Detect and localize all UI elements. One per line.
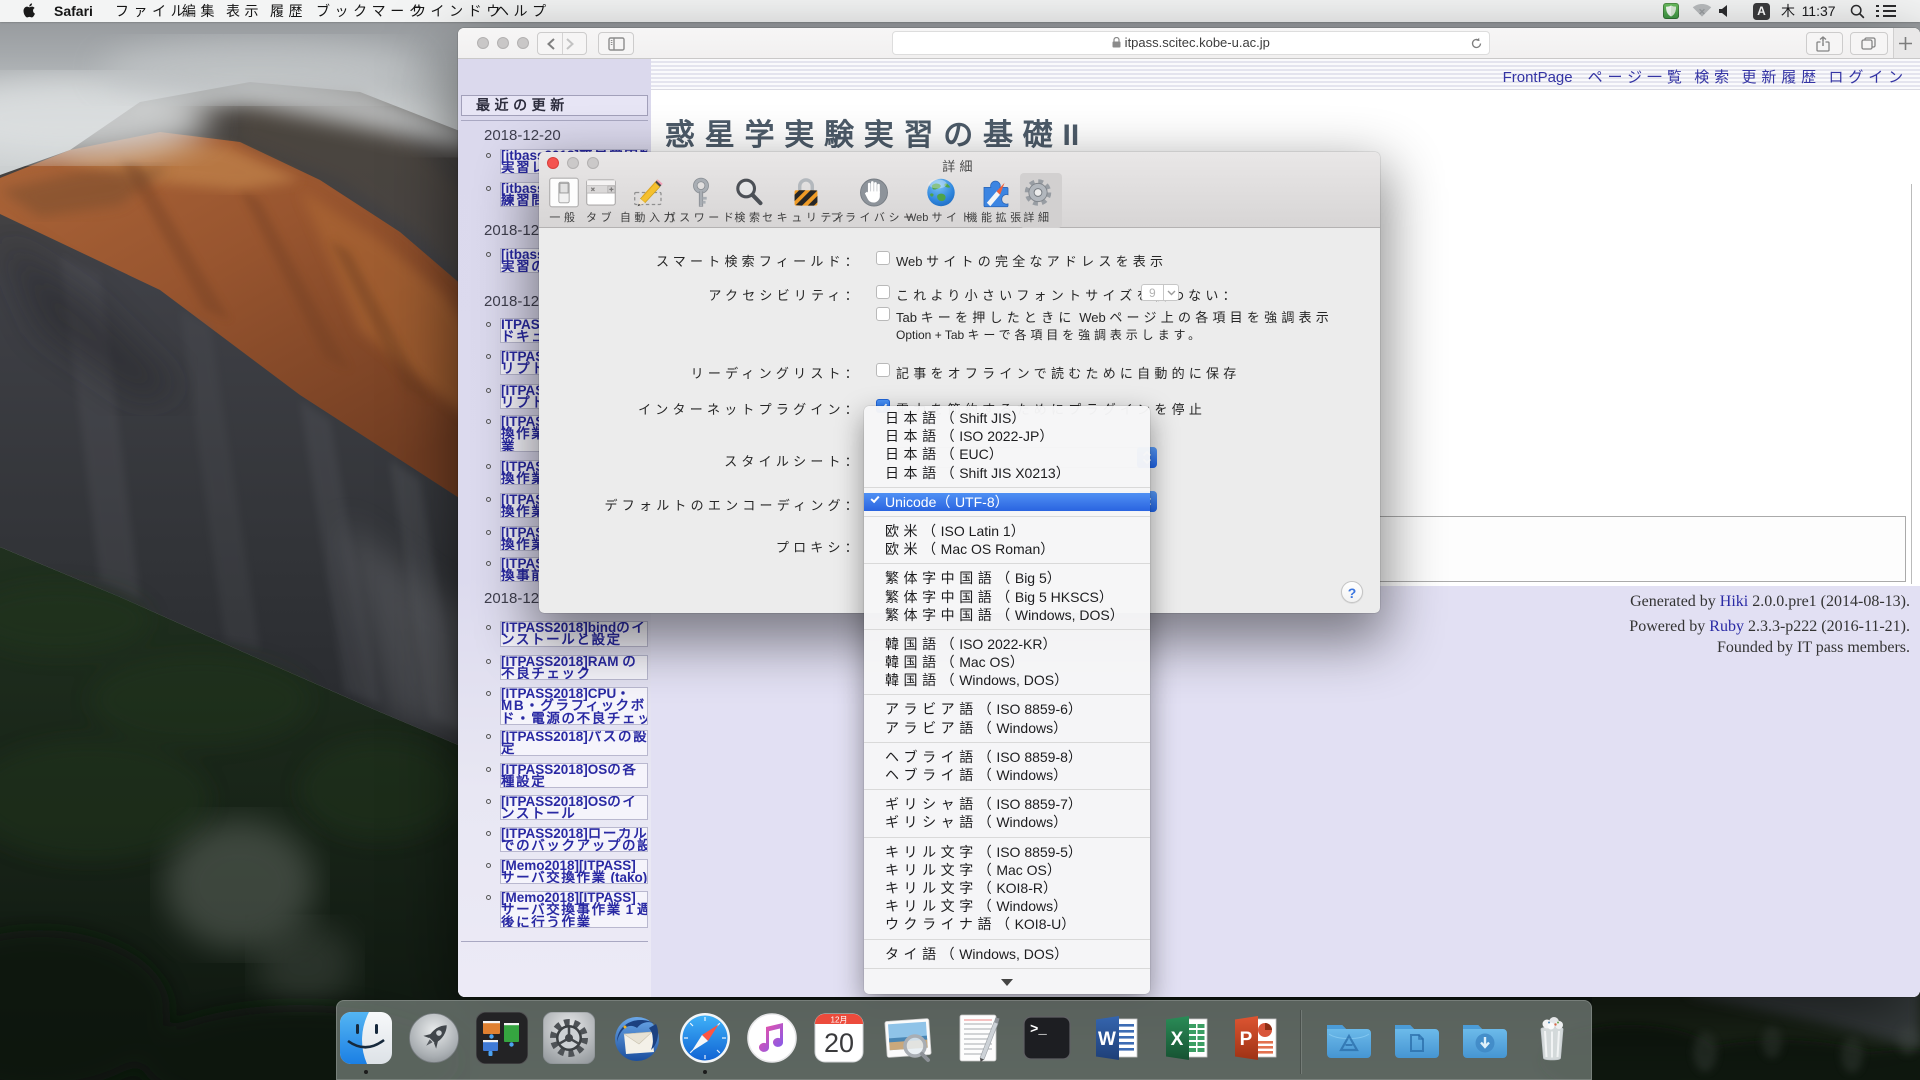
- svg-text:W: W: [1098, 1029, 1116, 1050]
- svg-text:20: 20: [824, 1028, 854, 1058]
- svg-text:12月: 12月: [831, 1016, 848, 1025]
- svg-text:X: X: [1171, 1029, 1184, 1050]
- svg-text:P: P: [1240, 1029, 1253, 1050]
- svg-text:>_: >_: [1030, 1022, 1047, 1038]
